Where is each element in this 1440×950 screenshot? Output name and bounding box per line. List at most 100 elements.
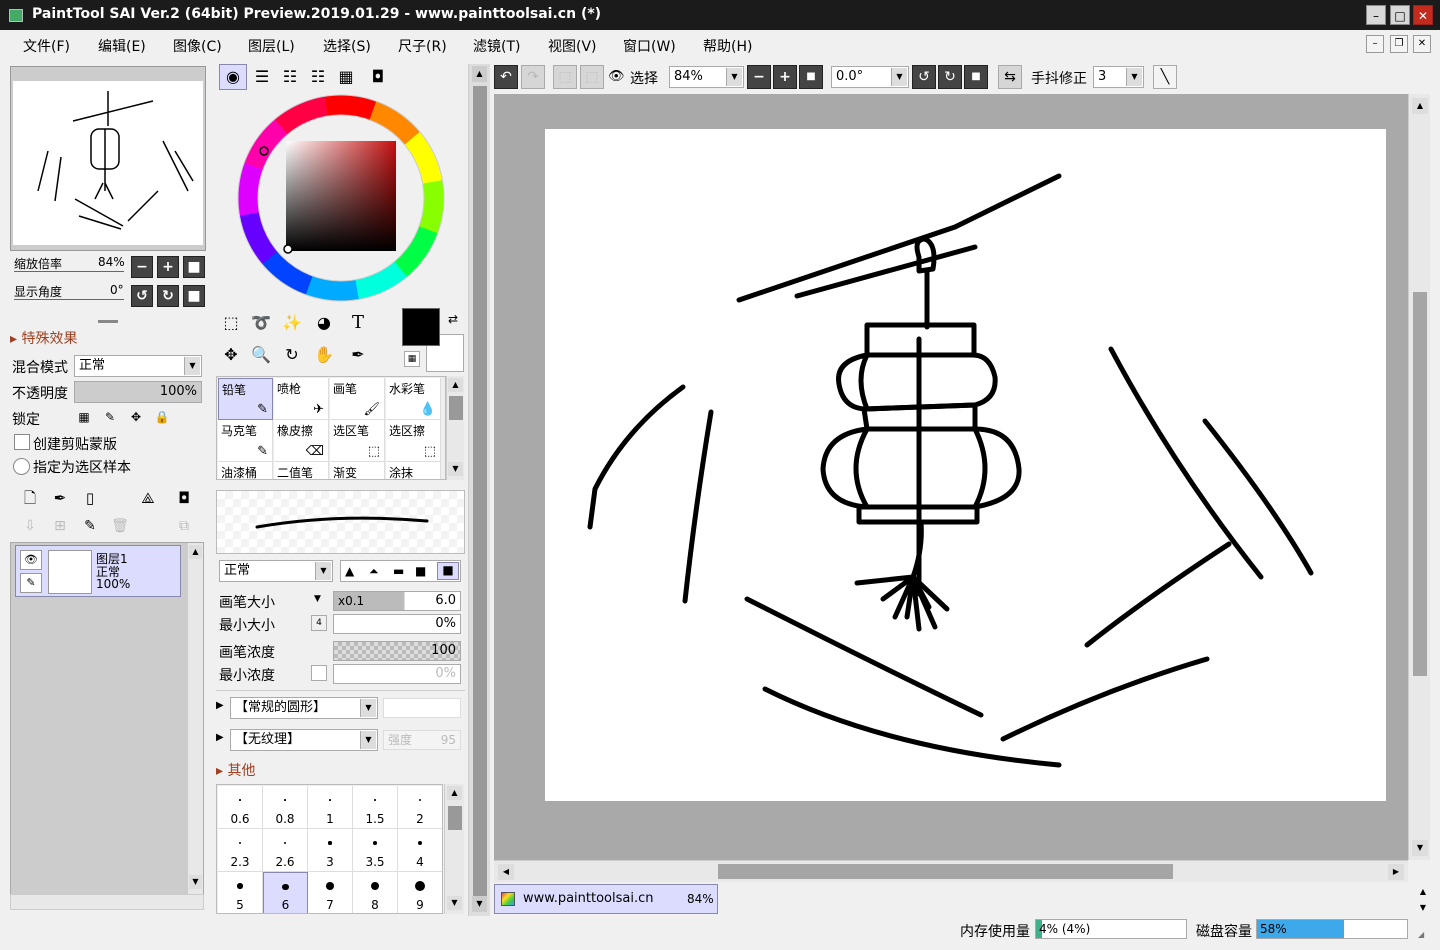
brush-size-cell[interactable]: 2.6	[263, 829, 308, 872]
move-tool-icon[interactable]: ✥	[217, 342, 245, 368]
edge-round-icon[interactable]: ⏶	[369, 564, 379, 579]
min-size-slider[interactable]: 0%	[333, 614, 461, 634]
brush-marker[interactable]: 马克笔 ✎	[218, 420, 273, 462]
maximize-button[interactable]: □	[1390, 5, 1410, 25]
eye-icon[interactable]: 👁	[20, 550, 42, 570]
scroll-up-icon[interactable]: ▲	[448, 378, 463, 392]
scroll-thumb[interactable]	[473, 86, 487, 896]
foreground-color-swatch[interactable]	[402, 308, 440, 346]
size-grid-scrollbar[interactable]: ▲ ▼	[444, 784, 464, 914]
menu-window[interactable]: 窗口(W)	[623, 36, 676, 56]
scroll-down-icon[interactable]: ▼	[1412, 840, 1428, 856]
canvas-hscroll[interactable]: ◀ ▶	[494, 860, 1408, 882]
brush-size-cell[interactable]: 3	[308, 829, 353, 872]
new-linework-layer-icon[interactable]: ✒	[46, 485, 74, 511]
clip-checkbox[interactable]	[14, 434, 30, 450]
zoom-in-button[interactable]: +	[157, 256, 179, 278]
redo-button[interactable]: ↷	[521, 65, 545, 89]
brush-texture-select[interactable]: 【无纹理】 ▼	[230, 729, 378, 751]
mdi-minimize-button[interactable]: –	[1366, 35, 1384, 53]
scroll-up-icon[interactable]: ▲	[1412, 98, 1428, 114]
brush-selection-eraser[interactable]: 选区擦 ⬚	[386, 420, 441, 462]
scroll-down-icon[interactable]: ▼	[189, 875, 202, 889]
stabilizer-select[interactable]: 3 ▼	[1093, 66, 1144, 88]
scroll-down-icon[interactable]: ▼	[448, 462, 463, 476]
edge-flat-icon[interactable]: ■	[415, 564, 426, 578]
merge-down-icon[interactable]: ⊞	[46, 513, 74, 539]
menu-help[interactable]: 帮助(H)	[703, 36, 752, 56]
min-density-slider[interactable]: 0%	[333, 664, 461, 684]
zoom-reset-button[interactable]: ■	[183, 256, 205, 278]
tab-scroll-up-icon[interactable]: ▲	[1413, 884, 1433, 900]
deselect-button[interactable]: ⬚	[553, 65, 577, 89]
clear-layer-icon[interactable]: ✎	[76, 513, 104, 539]
brush-mode-select[interactable]: 正常 ▼	[219, 560, 333, 582]
texture-expand-icon[interactable]: ▶	[216, 732, 224, 743]
other-toggle[interactable]: ▸ 其他	[216, 760, 255, 780]
panel-splitter[interactable]	[98, 320, 118, 323]
menu-view[interactable]: 视图(V)	[548, 36, 597, 56]
brush-size-slider[interactable]: x0.1 6.0	[333, 591, 461, 611]
rotate-right-button[interactable]: ↻	[157, 285, 179, 307]
brush-size-cell[interactable]: 9	[398, 872, 442, 913]
canvas-viewport[interactable]	[494, 94, 1408, 860]
magic-wand-icon[interactable]: ✨	[278, 310, 306, 336]
tab-scroll-down-icon[interactable]: ▼	[1413, 900, 1433, 916]
size-multiplier-dropdown-icon[interactable]: ▼	[314, 594, 321, 604]
eye-icon[interactable]: 👁	[608, 69, 625, 84]
menu-select[interactable]: 选择(S)	[323, 36, 371, 56]
delete-layer-icon[interactable]: 🗑	[106, 513, 134, 539]
brush-size-cell[interactable]: 6	[263, 872, 308, 913]
layer-mask-icon[interactable]: ◘	[170, 485, 198, 511]
edge-soft-icon[interactable]: ▬	[393, 564, 404, 578]
minimize-button[interactable]: –	[1366, 5, 1386, 25]
menu-edit[interactable]: 编辑(E)	[98, 36, 146, 56]
brush-airbrush[interactable]: 喷枪 ✈	[274, 378, 329, 420]
canvas-rotate-right-button[interactable]: ↻	[938, 65, 962, 89]
lock-transparency-icon[interactable]: ▦	[72, 406, 96, 428]
undo-button[interactable]: ↶	[494, 65, 518, 89]
scroll-down-icon[interactable]: ▼	[447, 896, 462, 910]
scroll-left-icon[interactable]: ◀	[498, 864, 514, 880]
texture-strength-slider[interactable]: 强度 95	[383, 730, 461, 750]
canvas-angle-select[interactable]: 0.0° ▼	[831, 66, 909, 88]
swap-colors-icon[interactable]: ⇄	[448, 312, 458, 326]
brush-size-cell[interactable]: 5	[218, 872, 263, 913]
close-button[interactable]: ✕	[1413, 5, 1433, 25]
canvas-zoom-reset-button[interactable]: ■	[799, 65, 823, 89]
rect-select-icon[interactable]: ⬚	[217, 310, 245, 336]
brush-grid-scrollbar[interactable]: ▲ ▼	[446, 376, 464, 480]
pressure-size-icon[interactable]: 4	[311, 615, 327, 631]
density-slider[interactable]: 100	[333, 641, 461, 661]
brush-shape-select[interactable]: 【常规的圆形】 ▼	[230, 697, 378, 719]
brush-size-cell[interactable]: 3.5	[353, 829, 398, 872]
layer-transform-icon[interactable]: ⟁	[134, 485, 162, 511]
canvas-zoom-in-button[interactable]: +	[773, 65, 797, 89]
brush-size-cell[interactable]: 8	[353, 872, 398, 913]
color-wheel[interactable]	[236, 93, 446, 303]
scroll-thumb[interactable]	[449, 396, 463, 420]
brush-size-cell[interactable]: 1.5	[353, 786, 398, 829]
color-wheel-tab[interactable]: ◉	[219, 64, 247, 90]
canvas-rotate-reset-button[interactable]: ■	[964, 65, 988, 89]
canvas-zoom-select[interactable]: 84% ▼	[669, 66, 744, 88]
new-layer-icon[interactable]: 🗋	[16, 485, 44, 511]
flip-horizontal-button[interactable]: ⇆	[998, 65, 1022, 89]
invert-selection-button[interactable]: ⬚	[580, 65, 604, 89]
scratchpad-tab[interactable]: ▦	[332, 64, 360, 90]
lasso-select-icon[interactable]: ➰	[247, 310, 275, 336]
text-tool-icon[interactable]: T	[344, 310, 372, 336]
menu-ruler[interactable]: 尺子(R)	[398, 36, 447, 56]
layer-copy-icon[interactable]: ⧉	[170, 513, 198, 539]
transparent-color-icon[interactable]: ▦	[404, 351, 420, 367]
edge-hard-icon[interactable]: ▲	[345, 564, 354, 578]
brush-size-cell[interactable]: 2	[398, 786, 442, 829]
brush-size-cell[interactable]: 0.6	[218, 786, 263, 829]
canvas-rotate-left-button[interactable]: ↺	[912, 65, 936, 89]
scroll-thumb[interactable]	[448, 806, 462, 830]
sample-radio[interactable]	[13, 458, 30, 475]
rgb-slider-tab[interactable]: ☰	[248, 64, 276, 90]
zoom-out-button[interactable]: −	[131, 256, 153, 278]
layer-item[interactable]: 👁 ✎ 图层1 正常 100%	[15, 545, 181, 597]
hsv-slider-tab[interactable]: ☷	[276, 64, 304, 90]
